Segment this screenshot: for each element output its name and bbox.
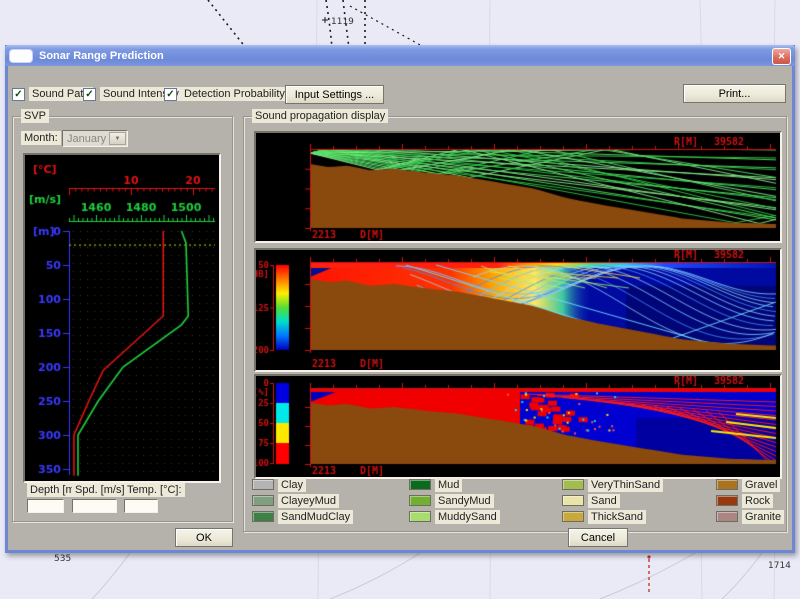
legend-label: Rock (742, 494, 773, 508)
temp-field-label: Temp. [°C]: (124, 483, 185, 497)
map-label-top: 1119 (331, 17, 354, 27)
sound-intensity-plot (256, 250, 780, 370)
legend-label: Granite (742, 510, 784, 524)
legend-swatch-sandymud (409, 495, 431, 506)
speed-field-label: Spd. [m/s]: (72, 483, 131, 497)
month-label: Month: (21, 131, 61, 145)
legend-item: Clay (252, 478, 306, 491)
detection-probability-plot-panel (254, 374, 782, 479)
month-value: January (67, 133, 106, 145)
sound-intensity-plot-panel (254, 248, 782, 372)
svp-plot-panel (23, 153, 221, 483)
detection-probability-plot (256, 376, 780, 477)
legend-item: ClayeyMud (252, 494, 339, 507)
detection-probability-checkbox[interactable]: ✓ Detection Probability (164, 87, 288, 101)
legend-label: SandyMud (435, 494, 494, 508)
print-button[interactable]: Print... (683, 84, 786, 103)
legend-swatch-sandmudclay (252, 511, 274, 522)
propagation-group: Sound propagation display Clay ClayeyMud… (243, 116, 787, 532)
legend-item: SandMudClay (252, 510, 353, 523)
sound-path-plot-panel (254, 131, 782, 243)
legend-label: ThickSand (588, 510, 646, 524)
propagation-group-label: Sound propagation display (252, 109, 388, 123)
legend-swatch-mud (409, 479, 431, 490)
legend-swatch-rock (716, 495, 738, 506)
svp-plot (25, 155, 219, 481)
map-label-bottom-right: 1714 (768, 561, 791, 571)
legend-item: Mud (409, 478, 462, 491)
legend-label: MuddySand (435, 510, 500, 524)
legend-item: VeryThinSand (562, 478, 663, 491)
ok-button[interactable]: OK (175, 528, 233, 547)
speed-input[interactable] (72, 499, 117, 513)
window-title: Sonar Range Prediction (39, 50, 164, 62)
input-settings-button[interactable]: Input Settings ... (285, 85, 384, 104)
month-dropdown[interactable]: January ▼ (62, 130, 128, 147)
close-button[interactable]: ✕ (772, 48, 791, 65)
temp-input[interactable] (124, 499, 158, 513)
checkbox-check-icon: ✓ (12, 88, 25, 101)
svp-group: SVP Month: January ▼ Depth [m]: Spd. [m/… (12, 116, 233, 522)
legend-item: Granite (716, 510, 784, 523)
window-icon (10, 50, 32, 62)
legend-swatch-muddysand (409, 511, 431, 522)
legend-item: Gravel (716, 478, 780, 491)
svp-group-label: SVP (21, 109, 49, 123)
legend-item: MuddySand (409, 510, 500, 523)
legend-item: SandyMud (409, 494, 494, 507)
legend-swatch-clay (252, 479, 274, 490)
legend-swatch-gravel (716, 479, 738, 490)
sound-path-checkbox[interactable]: ✓ Sound Path (12, 87, 93, 101)
legend-item: ThickSand (562, 510, 646, 523)
legend-item: Sand (562, 494, 620, 507)
map-label-bottom-left: 535 (54, 554, 71, 564)
legend-label: Clay (278, 478, 306, 492)
legend-label: VeryThinSand (588, 478, 663, 492)
legend-label: SandMudClay (278, 510, 353, 524)
legend-label: Gravel (742, 478, 780, 492)
legend-item: Rock (716, 494, 773, 507)
legend-swatch-clayeymud (252, 495, 274, 506)
sonar-range-prediction-dialog: Sonar Range Prediction ✕ ✓ Sound Path ✓ … (5, 45, 795, 553)
cancel-button[interactable]: Cancel (568, 528, 628, 547)
depth-input[interactable] (27, 499, 64, 513)
sound-path-plot (256, 133, 780, 241)
legend-label: ClayeyMud (278, 494, 339, 508)
dropdown-arrow-icon: ▼ (109, 132, 126, 145)
checkbox-check-icon: ✓ (83, 88, 96, 101)
map-marker-dot (647, 555, 650, 558)
legend-swatch-granite (716, 511, 738, 522)
checkbox-check-icon: ✓ (164, 88, 177, 101)
legend-swatch-thicksand (562, 511, 584, 522)
legend-label: Mud (435, 478, 462, 492)
detection-probability-label: Detection Probability (181, 87, 288, 101)
legend-swatch-sand (562, 495, 584, 506)
legend-label: Sand (588, 494, 620, 508)
legend-swatch-verythinsand (562, 479, 584, 490)
title-bar[interactable]: Sonar Range Prediction ✕ (5, 45, 795, 66)
